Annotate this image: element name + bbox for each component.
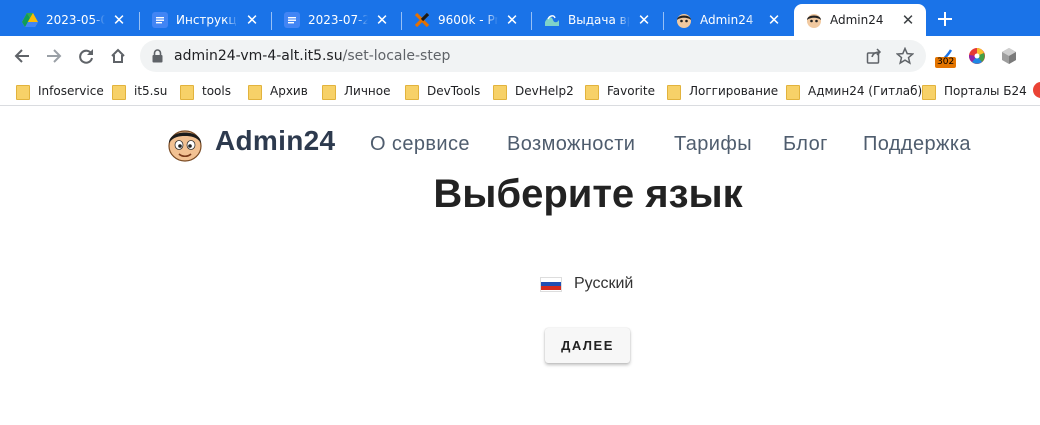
bookmark-label: Логгирование	[689, 84, 779, 98]
close-icon[interactable]: ✕	[374, 11, 390, 29]
folder-icon	[493, 84, 507, 100]
bookmark-label: Админ24 (Гитлаб)	[808, 84, 923, 98]
forward-button[interactable]	[40, 42, 68, 70]
browser-tab[interactable]: Инструкция ✕	[140, 4, 270, 36]
browser-tab[interactable]: 2023-05-03 | ✕	[10, 4, 137, 36]
arrow-right-icon	[47, 49, 62, 63]
reload-button[interactable]	[72, 42, 100, 70]
close-icon[interactable]: ✕	[111, 11, 127, 29]
bookmark-label: DevTools	[427, 84, 481, 98]
bookmark-label: Favorite	[607, 84, 655, 98]
bookmark-folder[interactable]: Архив	[248, 82, 308, 100]
google-docs-icon	[152, 12, 168, 28]
admin24-avatar-icon	[676, 12, 692, 28]
bookmark-folder[interactable]: Логгирование	[667, 82, 778, 100]
browser-tab[interactable]: 2023-07-27 | ✕	[272, 4, 400, 36]
browser-tab-active[interactable]: Admin24 ✕	[794, 4, 926, 36]
close-icon[interactable]: ✕	[636, 11, 652, 29]
tab-title: Admin24	[830, 13, 884, 27]
tab-title: 2023-07-27 |	[308, 13, 368, 27]
lock-icon[interactable]	[152, 49, 163, 68]
browser-tab[interactable]: Admin24 ✕	[664, 4, 792, 36]
reload-icon	[79, 49, 93, 64]
back-button[interactable]	[8, 42, 36, 70]
close-icon[interactable]: ✕	[504, 11, 520, 29]
color-picker-extension-icon[interactable]	[966, 45, 988, 67]
folder-icon	[322, 84, 336, 100]
arrow-left-icon	[14, 49, 29, 63]
extension-badge: 302	[935, 57, 957, 68]
bookmark-star-icon[interactable]	[895, 46, 915, 70]
folder-icon	[922, 84, 936, 100]
admin24-avatar-icon	[806, 12, 822, 28]
page-title: Выберите язык	[433, 172, 743, 216]
admin24-logo-icon[interactable]	[166, 125, 204, 163]
next-button[interactable]: ДАЛЕЕ	[545, 328, 630, 363]
url-path: /set-locale-step	[342, 48, 451, 64]
cube-extension-icon[interactable]	[998, 45, 1020, 67]
close-icon[interactable]: ✕	[244, 11, 260, 29]
home-icon	[111, 48, 125, 63]
close-icon[interactable]: ✕	[766, 11, 782, 29]
folder-icon	[112, 84, 126, 100]
browser-tab[interactable]: 9600k - Prox ✕	[402, 4, 530, 36]
google-docs-icon	[284, 12, 300, 28]
home-button[interactable]	[104, 42, 132, 70]
new-tab-button[interactable]	[931, 5, 959, 33]
bookmark-label: Личное	[344, 84, 391, 98]
tab-title: 2023-05-03 |	[46, 13, 105, 27]
bookmark-label: Архив	[270, 84, 308, 98]
bookmark-label: Порталы Б24	[944, 84, 1027, 98]
bookmark-label: DevHelp2	[515, 84, 574, 98]
folder-icon	[180, 84, 194, 100]
proxmox-icon	[414, 12, 430, 28]
browser-tab[interactable]: Выдача вре ✕	[532, 4, 662, 36]
bookmark-folder[interactable]: DevTools	[405, 82, 480, 100]
bookmark-folder[interactable]: Infoservice	[16, 82, 104, 100]
browser-toolbar: admin24-vm-4-alt.it5.su/set-locale-step	[0, 36, 1040, 76]
bookmarks-bar: Infoservice it5.su tools Архив Личное De…	[0, 76, 1040, 106]
tab-title: 9600k - Prox	[438, 13, 498, 27]
folder-icon	[16, 84, 30, 100]
nav-link-features[interactable]: Возможности	[507, 133, 635, 156]
bookmark-label: tools	[202, 84, 231, 98]
bookmark-folder[interactable]: Favorite	[585, 82, 655, 100]
folder-icon	[248, 84, 262, 100]
nav-link-support[interactable]: Поддержка	[863, 133, 971, 156]
russia-flag-icon	[540, 276, 562, 292]
bookmark-label: Infoservice	[38, 84, 104, 98]
url-host: admin24-vm-4-alt.it5.su	[174, 48, 343, 64]
folder-icon	[786, 84, 800, 100]
address-bar[interactable]: admin24-vm-4-alt.it5.su/set-locale-step	[140, 40, 926, 72]
bookmark-overflow-icon[interactable]	[1033, 82, 1040, 98]
folder-icon	[585, 84, 599, 100]
site-header: Admin24 О сервисе Возможности Тарифы Бло…	[0, 108, 1040, 178]
folder-icon	[405, 84, 419, 100]
tab-title: Выдача вре	[568, 13, 630, 27]
plus-icon	[938, 12, 952, 26]
nav-link-blog[interactable]: Блог	[783, 133, 828, 156]
bookmark-label: it5.su	[134, 84, 168, 98]
share-icon[interactable]	[866, 48, 882, 69]
browser-tabstrip: 2023-05-03 | ✕ Инструкция ✕ 2023-07-27 |…	[0, 0, 1040, 36]
google-drive-icon	[22, 12, 38, 28]
logo-text[interactable]: Admin24	[215, 125, 335, 157]
language-label: Русский	[574, 275, 634, 292]
url-text[interactable]: admin24-vm-4-alt.it5.su/set-locale-step	[174, 48, 450, 64]
language-option[interactable]: Русский	[540, 275, 633, 293]
tab-title: Admin24	[700, 13, 754, 27]
bookmark-folder[interactable]: DevHelp2	[493, 82, 574, 100]
bookmark-folder[interactable]: Порталы Б24	[922, 82, 1027, 100]
bookmark-folder[interactable]: Личное	[322, 82, 390, 100]
close-icon[interactable]: ✕	[900, 11, 916, 29]
nav-link-pricing[interactable]: Тарифы	[674, 133, 752, 156]
wave-icon	[544, 12, 560, 28]
bookmark-folder[interactable]: it5.su	[112, 82, 167, 100]
nav-link-about[interactable]: О сервисе	[370, 133, 470, 156]
bookmark-folder[interactable]: tools	[180, 82, 231, 100]
bookmark-folder[interactable]: Админ24 (Гитлаб)	[786, 82, 922, 100]
folder-icon	[667, 84, 681, 100]
tab-title: Инструкция	[176, 13, 238, 27]
